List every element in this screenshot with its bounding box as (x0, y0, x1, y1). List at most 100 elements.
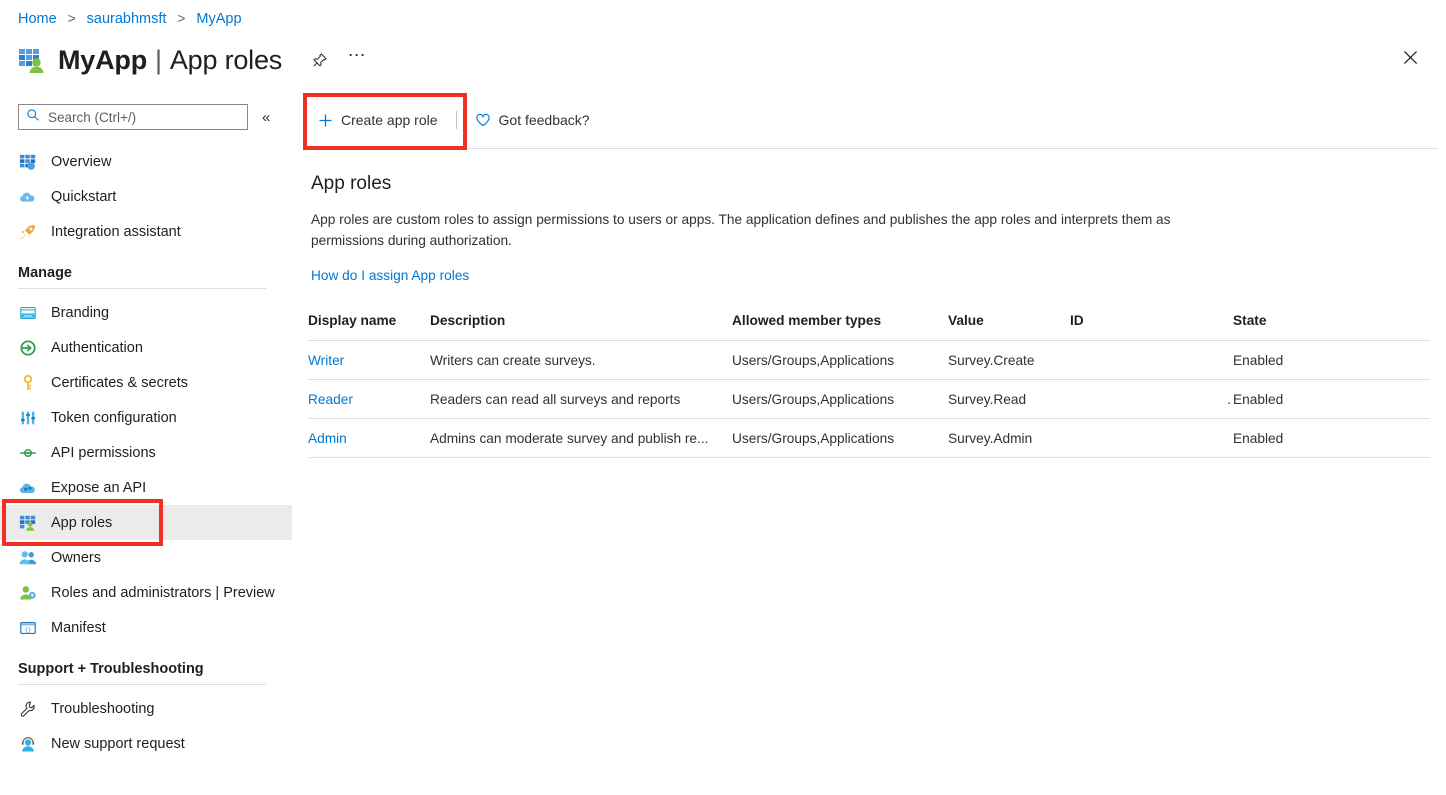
table-header: Display name Description Allowed member … (308, 313, 1430, 341)
app-roles-table: Display name Description Allowed member … (308, 313, 1430, 458)
got-feedback-button[interactable]: Got feedback? (465, 104, 600, 136)
sidebar-item-label: Expose an API (51, 480, 146, 496)
manifest-code-icon: {} (18, 618, 38, 638)
command-bar-separator (456, 111, 457, 129)
table-row[interactable]: Reader Readers can read all surveys and … (308, 380, 1430, 419)
rocket-icon (18, 222, 38, 242)
command-bar-divider (308, 148, 1438, 149)
sidebar-group-title-support: Support + Troubleshooting (0, 645, 292, 677)
sidebar-top-items: Overview Quickstart (0, 144, 292, 249)
cell-allowed-member-types: Users/Groups,Applications (732, 380, 948, 419)
quickstart-cloud-icon (18, 187, 38, 207)
breadcrumb-separator: > (177, 11, 185, 26)
sidebar-item-troubleshooting[interactable]: Troubleshooting (0, 691, 292, 726)
cell-display-name: Reader (308, 380, 430, 419)
page-title-divider: | (155, 45, 162, 76)
search-input[interactable] (46, 105, 247, 129)
sidebar-item-label: Manifest (51, 620, 106, 636)
cell-description: Readers can read all surveys and reports (430, 380, 732, 419)
section-heading: App roles (311, 173, 1446, 195)
table-row[interactable]: Writer Writers can create surveys. Users… (308, 341, 1430, 380)
create-app-role-label: Create app role (341, 112, 438, 128)
breadcrumb-item-home[interactable]: Home (18, 11, 57, 27)
cell-state: Enabled (1233, 380, 1430, 419)
page-header: MyApp | App roles ⋯ (16, 38, 372, 82)
sidebar-item-branding[interactable]: www Branding (0, 295, 292, 330)
azure-portal-app-roles-page: Home > saurabhmsft > MyApp MyApp | (0, 0, 1446, 795)
owners-people-icon (18, 548, 38, 568)
sidebar-item-owners[interactable]: Owners (0, 540, 292, 575)
sidebar-item-label: Overview (51, 154, 111, 170)
cell-state: Enabled (1233, 341, 1430, 380)
page-title-app: MyApp (58, 45, 147, 76)
cell-value: Survey.Read (948, 380, 1070, 419)
how-do-i-assign-app-roles-link[interactable]: How do I assign App roles (311, 268, 469, 283)
sidebar-group-manage-items: www Branding Authentication (0, 295, 292, 645)
sidebar-search-row: « (0, 104, 292, 130)
sidebar-group-title-manage: Manage (0, 249, 292, 281)
app-role-link[interactable]: Reader (308, 392, 353, 407)
sidebar-item-api-permissions[interactable]: API permissions (0, 435, 292, 470)
sidebar-item-integration-assistant[interactable]: Integration assistant (0, 214, 292, 249)
cell-id: . (1070, 380, 1233, 419)
api-permissions-icon (18, 443, 38, 463)
app-role-link[interactable]: Writer (308, 353, 344, 368)
sidebar-item-authentication[interactable]: Authentication (0, 330, 292, 365)
sidebar-item-certificates-secrets[interactable]: Certificates & secrets (0, 365, 292, 400)
sidebar-item-label: Troubleshooting (51, 701, 154, 717)
cell-allowed-member-types: Users/Groups,Applications (732, 419, 948, 458)
wrench-icon (18, 699, 38, 719)
sidebar-item-new-support-request[interactable]: New support request (0, 726, 292, 761)
page-title: MyApp | App roles (58, 45, 282, 76)
sidebar-group-support-items: Troubleshooting New support request (0, 691, 292, 761)
pin-icon[interactable] (304, 45, 334, 75)
cell-id (1070, 419, 1233, 458)
breadcrumb-item-tenant[interactable]: saurabhmsft (87, 11, 167, 27)
sidebar-item-manifest[interactable]: {} Manifest (0, 610, 292, 645)
ellipsis-icon[interactable]: ⋯ (342, 45, 372, 75)
column-header-description[interactable]: Description (430, 313, 732, 341)
app-role-link[interactable]: Admin (308, 431, 347, 446)
sidebar-item-token-configuration[interactable]: Token configuration (0, 400, 292, 435)
column-header-id[interactable]: ID (1070, 313, 1233, 341)
create-app-role-button[interactable]: Create app role (308, 104, 448, 136)
sidebar-item-label: Certificates & secrets (51, 375, 188, 391)
double-chevron-left-icon[interactable]: « (262, 110, 270, 125)
app-roles-icon (18, 513, 38, 533)
heart-icon (475, 112, 491, 128)
cell-allowed-member-types: Users/Groups,Applications (732, 341, 948, 380)
key-icon (18, 373, 38, 393)
sidebar-item-expose-an-api[interactable]: Expose an API (0, 470, 292, 505)
sidebar-group-divider (18, 684, 266, 685)
svg-text:{}: {} (25, 626, 32, 633)
search-box[interactable] (18, 104, 248, 130)
column-header-display-name[interactable]: Display name (308, 313, 430, 341)
table-row[interactable]: Admin Admins can moderate survey and pub… (308, 419, 1430, 458)
branding-www-icon: www (18, 303, 38, 323)
sidebar-item-roles-and-administrators[interactable]: Roles and administrators | Preview (0, 575, 292, 610)
close-icon[interactable] (1396, 43, 1424, 71)
table-header-row: Display name Description Allowed member … (308, 313, 1430, 341)
command-bar: Create app role Got feedback? (308, 100, 1446, 140)
breadcrumb-item-app[interactable]: MyApp (196, 11, 241, 27)
sidebar: « Overview (0, 104, 292, 761)
sidebar-item-label: Authentication (51, 340, 143, 356)
sidebar-item-label: New support request (51, 736, 185, 752)
column-header-state[interactable]: State (1233, 313, 1430, 341)
got-feedback-label: Got feedback? (499, 112, 590, 128)
sidebar-item-overview[interactable]: Overview (0, 144, 292, 179)
section-description: App roles are custom roles to assign per… (311, 209, 1191, 251)
sidebar-item-label: Roles and administrators | Preview (51, 585, 275, 601)
roles-admin-icon (18, 583, 38, 603)
column-header-value[interactable]: Value (948, 313, 1070, 341)
page-header-actions: ⋯ (304, 45, 372, 75)
sidebar-item-quickstart[interactable]: Quickstart (0, 179, 292, 214)
breadcrumb-separator: > (68, 11, 76, 26)
cell-value: Survey.Admin (948, 419, 1070, 458)
page-title-section: App roles (170, 45, 282, 76)
authentication-arrow-icon (18, 338, 38, 358)
overview-grid-icon (18, 152, 38, 172)
breadcrumb: Home > saurabhmsft > MyApp (18, 9, 242, 29)
column-header-allowed-member-types[interactable]: Allowed member types (732, 313, 948, 341)
sidebar-item-app-roles[interactable]: App roles (0, 505, 292, 540)
